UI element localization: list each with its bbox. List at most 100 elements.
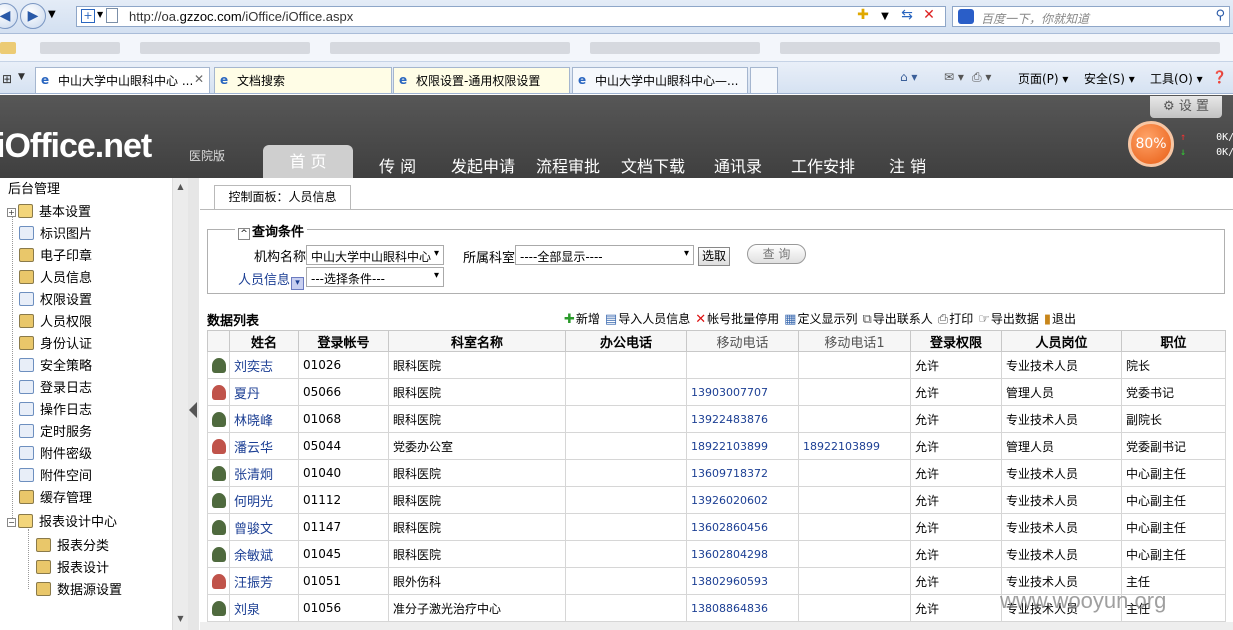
- dept-select[interactable]: ----全部显示----: [515, 245, 694, 265]
- sidebar-item-attachment-space[interactable]: 附件空间: [19, 465, 92, 485]
- collapse-icon[interactable]: −: [7, 518, 16, 527]
- sidebar-item-permission-settings[interactable]: 权限设置: [19, 289, 92, 309]
- search-input[interactable]: 百度一下，你就知道 ⚲: [952, 6, 1230, 27]
- favorites-item[interactable]: [780, 42, 1220, 54]
- horizontal-scrollbar[interactable]: [200, 622, 1233, 630]
- cell-name[interactable]: 余敏斌: [229, 540, 299, 568]
- browser-tab-3[interactable]: e 权限设置-通用权限设置: [393, 67, 570, 93]
- sidebar-item-report-design[interactable]: 报表设计: [36, 557, 109, 577]
- nav-schedule[interactable]: 工作安排: [791, 153, 855, 177]
- condition-select[interactable]: ---选择条件---: [306, 267, 444, 287]
- col-office-phone[interactable]: 办公电话: [565, 330, 687, 352]
- quick-tabs-icon[interactable]: ⊞: [2, 72, 12, 86]
- table-row[interactable]: 刘奕志 01026 眼科医院 允许 专业技术人员 院长: [207, 351, 1226, 379]
- sidebar-item-operation-log[interactable]: 操作日志: [19, 399, 92, 419]
- help-icon[interactable]: ❓: [1212, 70, 1227, 84]
- url-dropdown-icon[interactable]: ▼: [874, 11, 896, 22]
- sidebar-item-person-info[interactable]: 人员信息: [19, 267, 92, 287]
- export-data-button[interactable]: ☞导出数据: [978, 310, 1039, 327]
- cell-name[interactable]: 刘奕志: [229, 351, 299, 379]
- query-button[interactable]: 查 询: [747, 244, 806, 264]
- col-name[interactable]: 姓名: [229, 330, 299, 352]
- stop-icon[interactable]: ✕: [918, 7, 940, 23]
- refresh-icon[interactable]: ⇆: [896, 7, 918, 23]
- expand-icon[interactable]: +: [7, 208, 16, 217]
- cell-name[interactable]: 刘泉: [229, 594, 299, 622]
- collapse-sidebar-icon[interactable]: [189, 402, 197, 418]
- search-icon[interactable]: ⚲: [1215, 8, 1225, 23]
- browser-tab-4[interactable]: e 中山大学中山眼科中心—...: [572, 67, 748, 93]
- url-input[interactable]: + ▼ http://oa.gzzoc.com/iOffice/iOffice.…: [76, 6, 946, 27]
- cell-name[interactable]: 潘云华: [229, 432, 299, 460]
- sidebar-item-scheduled-service[interactable]: 定时服务: [19, 421, 92, 441]
- tools-menu[interactable]: 工具(O) ▾: [1150, 70, 1203, 87]
- sidebar-item-report-category[interactable]: 报表分类: [36, 535, 109, 555]
- exit-button[interactable]: ▮退出: [1044, 310, 1076, 327]
- breadcrumb[interactable]: 控制面板：人员信息: [214, 185, 351, 210]
- print-icon[interactable]: ⎙ ▾: [972, 70, 991, 85]
- cell-name[interactable]: 夏丹: [229, 378, 299, 406]
- col-account[interactable]: 登录帐号: [298, 330, 389, 352]
- favorites-item[interactable]: [590, 42, 760, 54]
- sidebar-item-login-log[interactable]: 登录日志: [19, 377, 92, 397]
- sidebar-group-report-center[interactable]: − 报表设计中心: [7, 511, 117, 531]
- settings-button[interactable]: ⚙ 设 置: [1150, 96, 1222, 118]
- cell-name[interactable]: 何明光: [229, 486, 299, 514]
- col-login-permission[interactable]: 登录权限: [910, 330, 1002, 352]
- sidebar-item-security-policy[interactable]: 安全策略: [19, 355, 92, 375]
- nav-circulate[interactable]: 传 阅: [379, 153, 416, 177]
- favorites-item[interactable]: [330, 42, 570, 54]
- home-icon[interactable]: ⌂ ▾: [900, 70, 917, 84]
- table-row[interactable]: 曾骏文 01147 眼科医院 13602860456 允许 专业技术人员 中心副主任: [207, 513, 1226, 541]
- back-button[interactable]: ◀: [0, 3, 18, 29]
- page-menu[interactable]: 页面(P) ▾: [1018, 70, 1068, 87]
- close-icon[interactable]: ✕: [194, 72, 204, 86]
- safety-menu[interactable]: 安全(S) ▾: [1084, 70, 1135, 87]
- col-mobile[interactable]: 移动电话: [686, 330, 799, 352]
- sidebar-item-person-permission[interactable]: 人员权限: [19, 311, 92, 331]
- table-row[interactable]: 张清炯 01040 眼科医院 13609718372 允许 专业技术人员 中心副主任: [207, 459, 1226, 487]
- history-dropdown-icon[interactable]: ▼: [48, 9, 56, 20]
- sidebar-item-attachment-secrecy[interactable]: 附件密级: [19, 443, 92, 463]
- compat-icon[interactable]: ✚: [852, 7, 874, 23]
- define-columns-button[interactable]: ▦定义显示列: [784, 310, 857, 327]
- sidebar-item-datasource[interactable]: 数据源设置: [36, 579, 122, 599]
- sidebar-item-identity-auth[interactable]: 身份认证: [19, 333, 92, 353]
- add-button[interactable]: ✚新增: [564, 310, 600, 327]
- favorites-star-icon[interactable]: [0, 42, 16, 54]
- import-button[interactable]: ▤导入人员信息: [605, 310, 690, 327]
- collapse-toggle-icon[interactable]: ^: [238, 228, 250, 240]
- batch-disable-button[interactable]: ✕帐号批量停用: [695, 310, 779, 327]
- print-button[interactable]: ⎙打印: [938, 310, 973, 327]
- sidebar-group-basic[interactable]: + 基本设置: [7, 201, 91, 221]
- nav-home[interactable]: 首 页: [263, 145, 353, 178]
- scroll-down-icon[interactable]: ▼: [175, 614, 186, 625]
- cell-name[interactable]: 曾骏文: [229, 513, 299, 541]
- feeds-icon[interactable]: ✉ ▾: [944, 70, 964, 84]
- sidebar-item-e-seal[interactable]: 电子印章: [19, 245, 92, 265]
- table-row[interactable]: 林晓峰 01068 眼科医院 13922483876 允许 专业技术人员 副院长: [207, 405, 1226, 433]
- table-row[interactable]: 夏丹 05066 眼科医院 13903007707 允许 管理人员 党委书记: [207, 378, 1226, 406]
- nav-download[interactable]: 文档下载: [621, 153, 685, 177]
- sidebar-item-logo-image[interactable]: 标识图片: [19, 223, 92, 243]
- col-dept[interactable]: 科室名称: [388, 330, 566, 352]
- table-row[interactable]: 余敏斌 01045 眼科医院 13602804298 允许 专业技术人员 中心副主任: [207, 540, 1226, 568]
- table-row[interactable]: 潘云华 05044 党委办公室 18922103899 18922103899 允许 管理人…: [207, 432, 1226, 460]
- browser-tab-2[interactable]: e 文档搜索: [214, 67, 392, 93]
- nav-logout[interactable]: 注 销: [889, 153, 926, 177]
- browser-tab-1[interactable]: e 中山大学中山眼科中心 ... ✕: [35, 67, 210, 93]
- nav-approve[interactable]: 流程审批: [536, 153, 600, 177]
- forward-button[interactable]: ▶: [20, 3, 46, 29]
- speed-badge[interactable]: 80%: [1128, 121, 1174, 167]
- sidebar-scrollbar[interactable]: ▲ ▼: [172, 178, 188, 630]
- nav-apply[interactable]: 发起申请: [451, 153, 515, 177]
- org-select[interactable]: 中山大学中山眼科中心: [306, 245, 444, 265]
- col-post[interactable]: 人员岗位: [1001, 330, 1122, 352]
- cell-name[interactable]: 张清炯: [229, 459, 299, 487]
- col-title[interactable]: 职位: [1121, 330, 1226, 352]
- col-mobile1[interactable]: 移动电话1: [798, 330, 911, 352]
- sidebar-item-cache-management[interactable]: 缓存管理: [19, 487, 92, 507]
- favorites-item[interactable]: [140, 42, 310, 54]
- tab-list-icon[interactable]: ▼: [18, 72, 25, 82]
- sidebar-splitter[interactable]: [188, 178, 199, 630]
